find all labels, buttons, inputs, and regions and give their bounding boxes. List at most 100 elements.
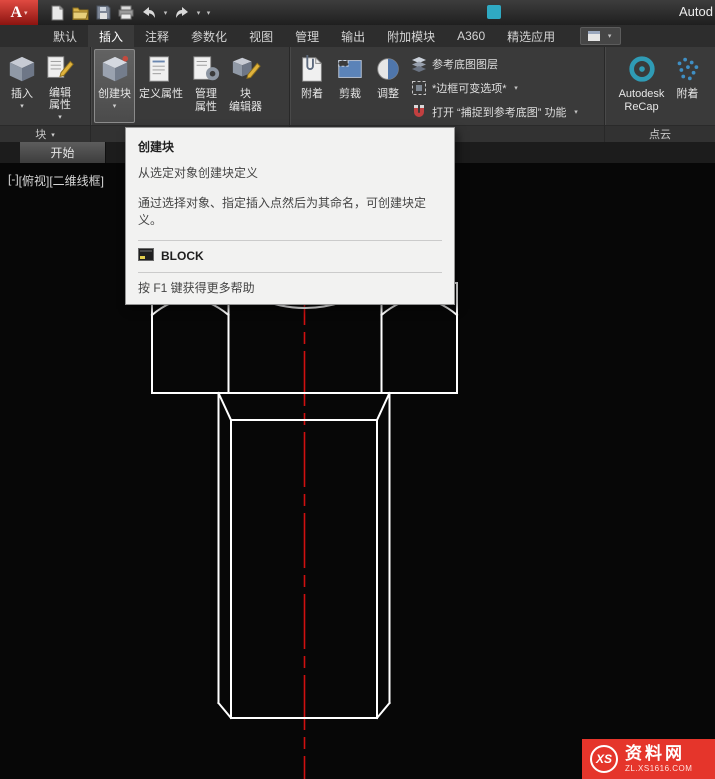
panel-block-content: 插入 ▾ 编辑 属性 ▾ <box>0 47 90 125</box>
infocenter-icon[interactable] <box>487 5 501 19</box>
titlebar: A ▾ ▾ ▾ ▾ Autod <box>0 0 715 25</box>
snap-caret-icon: ▾ <box>574 108 578 116</box>
attach-button[interactable]: 附着 <box>293 49 331 123</box>
snap-to-underlays-button[interactable]: 打开 “捕捉到参考底图” 功能 ▾ <box>411 101 580 122</box>
undo-button[interactable] <box>138 3 160 23</box>
frame-options-icon <box>411 80 427 96</box>
window-title: Autod <box>679 4 713 19</box>
undo-dropdown-caret[interactable]: ▾ <box>161 9 170 17</box>
create-block-icon <box>100 52 130 86</box>
qat-customize-caret[interactable]: ▾ <box>204 9 213 17</box>
visual-style-control[interactable]: [二维线框] <box>49 172 104 189</box>
tab-insert[interactable]: 插入 <box>88 25 135 47</box>
ribbon-options-caret: ▾ <box>607 33 612 40</box>
new-file-button[interactable] <box>46 3 68 23</box>
tab-manage[interactable]: 管理 <box>284 25 330 47</box>
underlay-layers-icon <box>411 56 427 72</box>
edit-attributes-icon <box>45 52 75 85</box>
open-file-button[interactable] <box>69 3 91 23</box>
tooltip-title: 创建块 <box>138 140 175 154</box>
pointcloud-attach-icon <box>672 52 702 86</box>
define-attributes-button[interactable]: 定义属性 <box>135 49 187 123</box>
snap-to-underlays-label: 打开 “捕捉到参考底图” 功能 <box>432 106 567 119</box>
create-block-tooltip: 创建块 从选定对象创建块定义 通过选择对象、指定插入点然后为其命名，可创建块定义… <box>125 127 455 305</box>
redo-button[interactable] <box>171 3 193 23</box>
manage-attributes-label: 管理 属性 <box>195 88 217 113</box>
application-menu-button[interactable]: A ▾ <box>0 0 38 25</box>
autocad-logo: A <box>10 3 23 21</box>
redo-dropdown-caret[interactable]: ▾ <box>194 9 203 17</box>
frame-options-button[interactable]: *边框可变选项* ▾ <box>411 77 580 98</box>
ribbon-options-button[interactable]: ▾ <box>580 27 622 45</box>
panel-pointcloud-title: 点云 <box>649 129 671 141</box>
underlay-layers-button[interactable]: 参考底图图层 <box>411 53 580 74</box>
underlay-layers-label: 参考底图图层 <box>432 58 498 71</box>
tab-annotate[interactable]: 注释 <box>134 25 180 47</box>
define-attributes-label: 定义属性 <box>139 88 183 100</box>
edit-attributes-caret-icon: ▾ <box>58 113 62 121</box>
quick-access-toolbar: ▾ ▾ ▾ <box>46 3 213 23</box>
frame-options-caret-icon: ▾ <box>514 84 518 92</box>
pointcloud-attach-button[interactable]: 附着 <box>668 49 706 123</box>
insert-label: 插入 <box>11 88 33 100</box>
watermark-xs-logo: XS <box>590 745 618 773</box>
panel-blockdef-content: 创建块 ▾ 定义属性 管理 属性 块 编辑器 <box>91 47 289 125</box>
open-folder-icon <box>72 7 89 20</box>
panel-block: 插入 ▾ 编辑 属性 ▾ 块 ▾ <box>0 47 90 142</box>
edit-attributes-label: 编辑 属性 <box>49 86 71 112</box>
panel-pointcloud-content: Autodesk ReCap 附着 <box>605 47 715 125</box>
watermark-site-url: ZL.XS1616.COM <box>625 763 693 773</box>
clip-label: 剪裁 <box>339 88 361 100</box>
panel-pointcloud: Autodesk ReCap 附着 点云 <box>605 47 715 142</box>
create-block-button[interactable]: 创建块 ▾ <box>94 49 135 123</box>
manage-attributes-icon <box>191 52 221 86</box>
panel-label-block[interactable]: 块 ▾ <box>0 125 90 142</box>
file-tab-start[interactable]: 开始 <box>20 142 106 163</box>
create-block-label: 创建块 <box>98 88 131 100</box>
printer-icon <box>118 5 134 20</box>
tooltip-description: 通过选择对象、指定插入点然后为其命名，可创建块定义。 <box>138 196 427 227</box>
define-attributes-icon <box>146 52 176 86</box>
tooltip-summary: 从选定对象创建块定义 <box>138 166 259 180</box>
adjust-icon <box>373 52 403 86</box>
viewport-menu-control[interactable]: [-] <box>8 172 19 189</box>
tab-featured-apps[interactable]: 精选应用 <box>496 25 566 47</box>
autodesk-recap-button[interactable]: Autodesk ReCap <box>615 49 669 123</box>
panel-block-title: 块 <box>35 129 47 141</box>
panel-reference-content: 附着 剪裁 调整 参考底图图层 *边框可变选项* ▾ 打开 “捕捉到参考底图” … <box>290 47 604 125</box>
edit-attributes-button[interactable]: 编辑 属性 ▾ <box>41 49 79 123</box>
tab-default[interactable]: 默认 <box>42 25 88 47</box>
app-menu-caret-icon: ▾ <box>24 9 28 17</box>
tab-addins[interactable]: 附加模块 <box>376 25 446 47</box>
tab-parametric[interactable]: 参数化 <box>180 25 238 47</box>
save-button[interactable] <box>92 3 114 23</box>
insert-block-button[interactable]: 插入 ▾ <box>3 49 41 123</box>
block-editor-label: 块 编辑器 <box>229 88 262 113</box>
tooltip-command-name: BLOCK <box>161 249 204 263</box>
attach-label: 附着 <box>301 88 323 100</box>
watermark-site-name: 资料网 <box>625 744 685 764</box>
clip-icon <box>335 52 365 86</box>
tab-output[interactable]: 输出 <box>330 25 376 47</box>
panel-label-pointcloud[interactable]: 点云 <box>605 125 715 142</box>
clip-button[interactable]: 剪裁 <box>331 49 369 123</box>
manage-attributes-button[interactable]: 管理 属性 <box>187 49 225 123</box>
recap-label: Autodesk ReCap <box>618 88 665 113</box>
reference-options-column: 参考底图图层 *边框可变选项* ▾ 打开 “捕捉到参考底图” 功能 ▾ <box>407 49 580 122</box>
ribbon-state-icon <box>588 31 601 41</box>
block-editor-icon <box>231 52 261 86</box>
autocad-window: A ▾ ▾ ▾ ▾ Autod 默认 插入 注释 参数化 视图 管理 输出 附加… <box>0 0 715 779</box>
tab-view[interactable]: 视图 <box>238 25 284 47</box>
frame-options-label: *边框可变选项* <box>432 82 507 95</box>
tooltip-help-text: 按 F1 键获得更多帮助 <box>138 272 442 296</box>
save-icon <box>96 5 110 20</box>
insert-block-icon <box>7 52 37 86</box>
viewport-controls: [-] [俯视] [二维线框] <box>8 172 104 189</box>
tab-a360[interactable]: A360 <box>446 25 496 47</box>
block-editor-button[interactable]: 块 编辑器 <box>225 49 266 123</box>
plot-button[interactable] <box>115 3 137 23</box>
insert-caret-icon: ▾ <box>20 102 24 110</box>
view-control[interactable]: [俯视] <box>19 172 50 189</box>
adjust-button[interactable]: 调整 <box>369 49 407 123</box>
snap-magnet-icon <box>411 104 427 120</box>
